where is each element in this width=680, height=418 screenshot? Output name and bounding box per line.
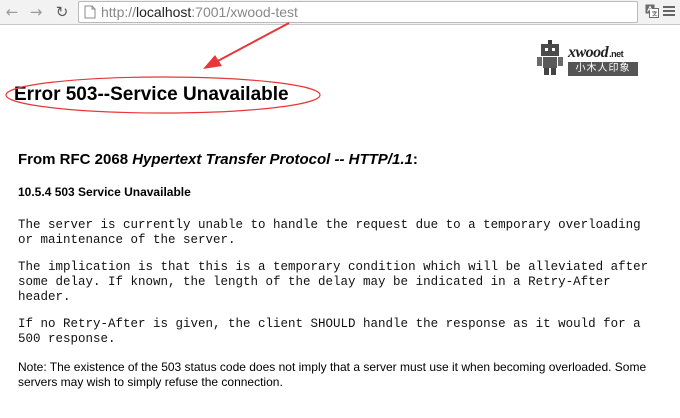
paragraph-overload: The server is currently unable to handle… <box>18 218 641 247</box>
note-text: Note: The existence of the 503 status co… <box>18 360 647 389</box>
annotation-arrowhead <box>203 55 222 69</box>
address-bar[interactable]: http://localhost:7001/xwood-test <box>78 1 638 23</box>
xwood-logo: xwood.net 小木人印象 <box>535 40 640 76</box>
menu-icon[interactable] <box>663 5 675 17</box>
translate-icon[interactable] <box>645 4 659 18</box>
paragraph-retry-after: If no Retry-After is given, the client S… <box>18 317 641 346</box>
paragraph-implication: The implication is that this is a tempor… <box>18 260 649 304</box>
logo-tagline: 小木人印象 <box>568 62 638 76</box>
forward-arrow-icon[interactable]: → <box>26 2 46 22</box>
robot-icon <box>537 40 563 75</box>
reload-icon[interactable]: ↻ <box>52 2 72 22</box>
browser-toolbar: ← → ↻ http://localhost:7001/xwood-test <box>0 0 680 25</box>
url-text: http://localhost:7001/xwood-test <box>101 4 298 20</box>
annotation-arrow-shaft <box>213 22 290 64</box>
page-icon <box>84 5 96 19</box>
section-heading: 10.5.4 503 Service Unavailable <box>18 185 191 199</box>
logo-brand: xwood.net <box>568 44 624 61</box>
back-arrow-icon[interactable]: ← <box>2 2 22 22</box>
page-title: Error 503--Service Unavailable <box>14 84 289 105</box>
rfc-heading: From RFC 2068 Hypertext Transfer Protoco… <box>18 151 418 168</box>
